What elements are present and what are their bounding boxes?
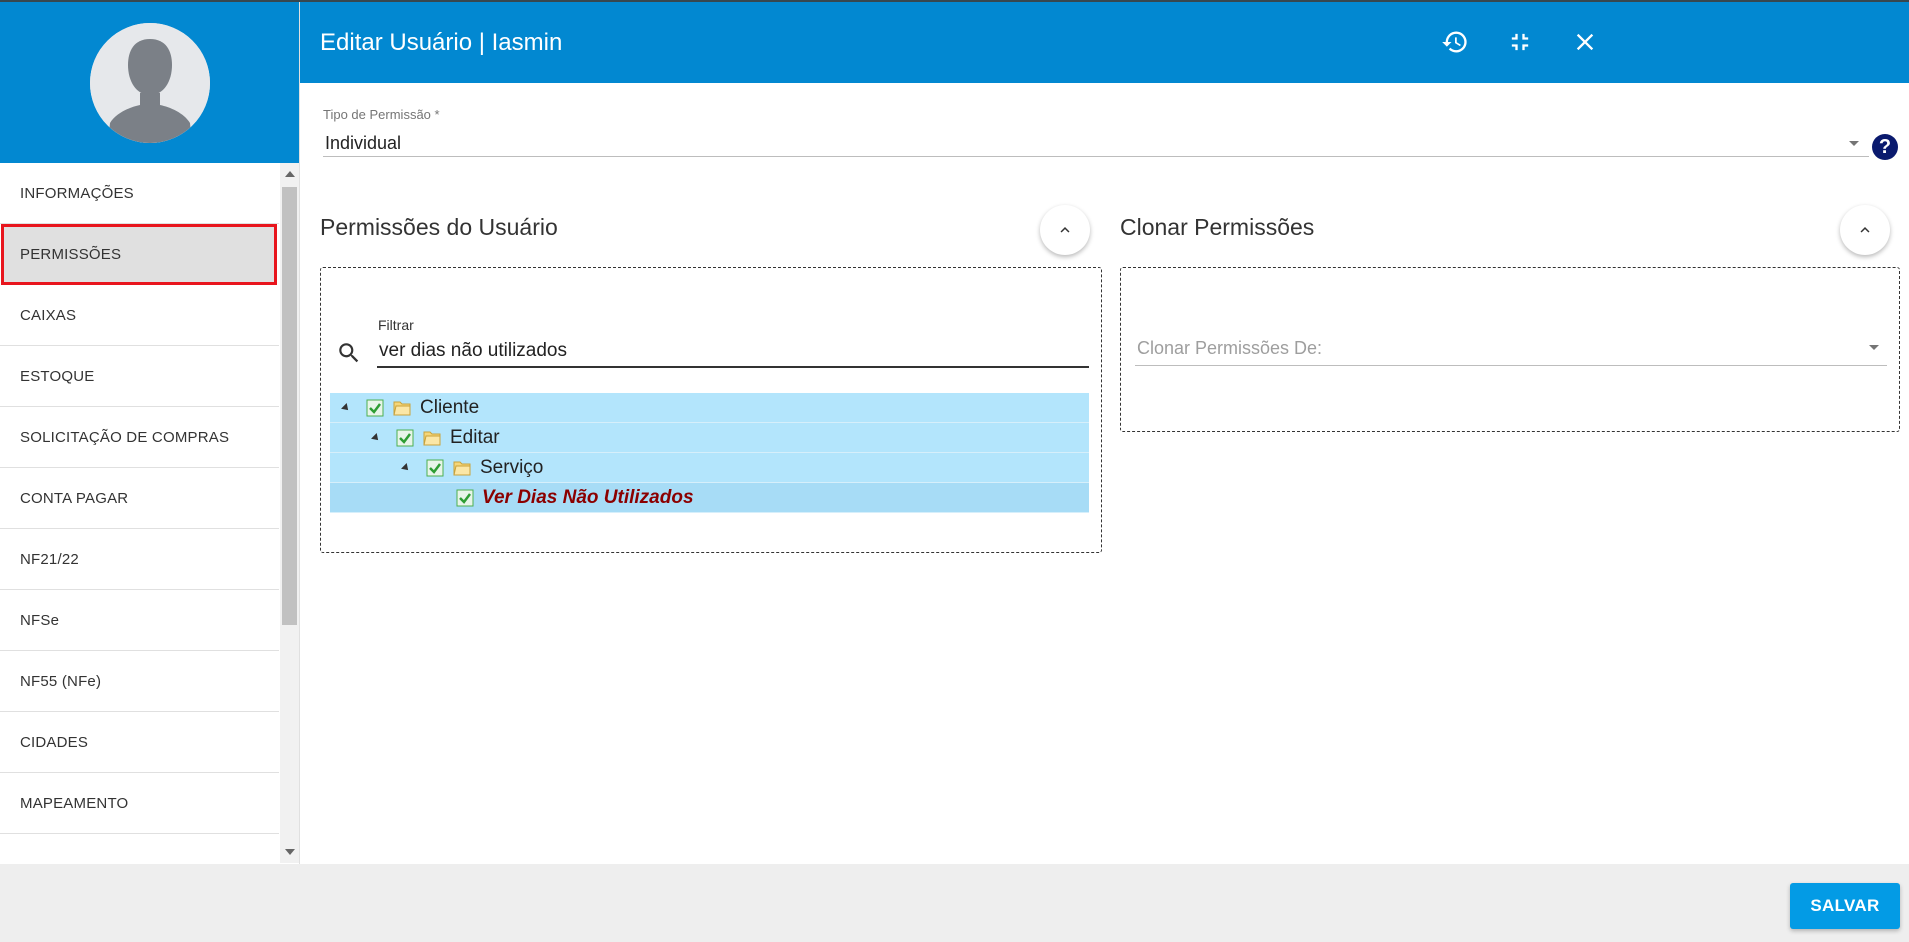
collapse-user-permissions-button[interactable] (1040, 205, 1090, 255)
sidebar-item-label: CIDADES (20, 733, 89, 751)
dialog-footer: SALVAR (0, 864, 1909, 942)
history-button[interactable] (1437, 24, 1473, 60)
sidebar-item-label: ESTOQUE (20, 367, 95, 385)
sidebar-item-label: MAPEAMENTO (20, 794, 129, 812)
fullscreen-exit-icon (1511, 33, 1529, 51)
search-icon (339, 343, 359, 363)
scroll-down-icon[interactable] (285, 849, 295, 855)
tree-expander-icon[interactable] (341, 402, 351, 413)
scrollbar-thumb[interactable] (282, 187, 297, 625)
tree-node-label: Ver Dias Não Utilizados (482, 486, 694, 508)
close-icon (1576, 33, 1594, 51)
permissions-tree: Cliente Editar Serviço Ver Dias Não Util… (330, 393, 1089, 513)
sidebar-item-permissoes[interactable]: PERMISSÕES (1, 224, 277, 285)
sidebar-item-cidades[interactable]: CIDADES (0, 712, 279, 773)
save-button[interactable]: SALVAR (1790, 883, 1900, 929)
chevron-up-icon (1860, 227, 1870, 233)
tree-node-editar[interactable]: Editar (330, 423, 1089, 453)
tree-expander-icon[interactable] (371, 432, 381, 443)
sidebar-item-label: PERMISSÕES (20, 246, 122, 263)
clone-permissions-panel: Clonar Permissões De: (1120, 267, 1900, 432)
checkbox-checked-icon[interactable] (366, 399, 384, 417)
sidebar-item-estoque[interactable]: ESTOQUE (0, 346, 279, 407)
permission-type-value: Individual (325, 133, 402, 153)
avatar (90, 23, 210, 143)
main-content: Tipo de Permissão * Individual ? Permiss… (300, 83, 1909, 864)
help-icon[interactable]: ? (1872, 134, 1898, 160)
history-icon (1442, 31, 1467, 53)
chevron-up-icon (1060, 227, 1070, 233)
filter-input[interactable] (377, 336, 1089, 368)
folder-icon (423, 431, 441, 445)
sidebar-item-nf21-22[interactable]: NF21/22 (0, 529, 279, 590)
user-permissions-panel: Filtrar Cliente (320, 267, 1102, 553)
tree-node-servico[interactable]: Serviço (330, 453, 1089, 483)
sidebar-item-mapeamento[interactable]: MAPEAMENTO (0, 773, 279, 834)
checkbox-checked-icon[interactable] (426, 459, 444, 477)
sidebar-item-label: INFORMAÇÕES (20, 184, 134, 202)
tree-node-ver-dias-nao-utilizados[interactable]: Ver Dias Não Utilizados (330, 483, 1089, 513)
required-mark: * (434, 107, 440, 122)
tree-node-label: Serviço (480, 456, 544, 478)
scroll-up-icon[interactable] (285, 171, 295, 177)
sidebar-item-nf55-nfe[interactable]: NF55 (NFe) (0, 651, 279, 712)
user-permissions-title: Permissões do Usuário (320, 214, 558, 240)
sidebar-item-solicitacao-de-compras[interactable]: SOLICITAÇÃO DE COMPRAS (0, 407, 279, 468)
permission-type-label: Tipo de Permissão * (323, 107, 440, 122)
sidebar-nav: INFORMAÇÕES PERMISSÕES CAIXAS ESTOQUE SO… (0, 163, 279, 863)
sidebar-item-label: NFSe (20, 611, 60, 629)
sidebar-item-label: CAIXAS (20, 306, 77, 324)
filter-label: Filtrar (378, 317, 414, 333)
user-silhouette-icon (90, 23, 210, 143)
checkbox-checked-icon[interactable] (456, 489, 474, 507)
page-title: Editar Usuário | Iasmin (320, 29, 563, 56)
clone-permissions-placeholder: Clonar Permissões De: (1137, 338, 1323, 358)
exit-fullscreen-button[interactable] (1502, 24, 1538, 60)
tree-node-label: Editar (450, 426, 500, 448)
permission-type-select[interactable]: Individual (323, 127, 1869, 157)
sidebar-item-informacoes[interactable]: INFORMAÇÕES (0, 163, 279, 224)
permission-type-label-text: Tipo de Permissão (323, 107, 431, 122)
sidebar-item-caixas[interactable]: CAIXAS (0, 285, 279, 346)
chevron-down-icon (1869, 345, 1879, 350)
chevron-down-icon (1849, 141, 1859, 146)
sidebar-item-label: CONTA PAGAR (20, 489, 129, 507)
tree-node-label: Cliente (420, 396, 480, 418)
dialog-header: Editar Usuário | Iasmin (300, 2, 1909, 83)
folder-icon (393, 401, 411, 415)
checkbox-checked-icon[interactable] (396, 429, 414, 447)
close-button[interactable] (1567, 24, 1603, 60)
sidebar-item-nfse[interactable]: NFSe (0, 590, 279, 651)
sidebar: INFORMAÇÕES PERMISSÕES CAIXAS ESTOQUE SO… (0, 2, 300, 864)
folder-icon (453, 461, 471, 475)
sidebar-header (0, 2, 299, 163)
sidebar-item-conta-pagar[interactable]: CONTA PAGAR (0, 468, 279, 529)
clone-permissions-title: Clonar Permissões (1120, 214, 1315, 240)
tree-node-cliente[interactable]: Cliente (330, 393, 1089, 423)
clone-permissions-select[interactable]: Clonar Permissões De: (1135, 326, 1887, 366)
tree-expander-icon[interactable] (401, 462, 411, 473)
sidebar-item-label: NF55 (NFe) (20, 672, 102, 690)
sidebar-item-label: SOLICITAÇÃO DE COMPRAS (20, 428, 230, 446)
sidebar-scrollbar[interactable] (280, 163, 299, 863)
sidebar-item-label: NF21/22 (20, 550, 79, 568)
collapse-clone-permissions-button[interactable] (1840, 205, 1890, 255)
